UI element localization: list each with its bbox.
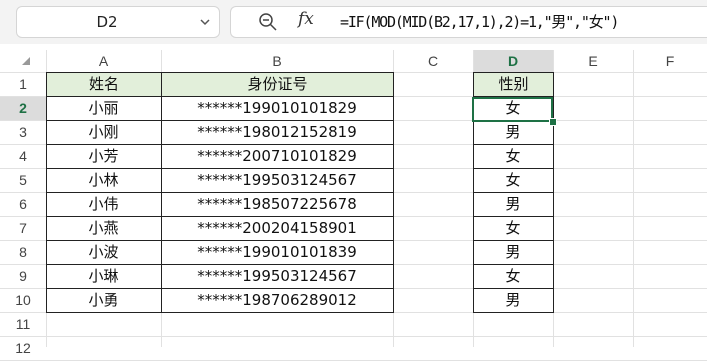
chevron-down-icon[interactable]: [199, 16, 211, 28]
row-header-7[interactable]: 7: [0, 216, 46, 240]
table-cell-id[interactable]: ******200710101829: [161, 144, 393, 168]
row-header-8[interactable]: 8: [0, 240, 46, 264]
table-border-horizontal: [46, 264, 394, 265]
table-border-vertical: [393, 72, 394, 313]
table-cell-name[interactable]: 小伟: [46, 192, 161, 216]
table-cell-name[interactable]: 小琳: [46, 264, 161, 288]
table-border-vertical: [46, 72, 47, 313]
table-cell-name[interactable]: 小丽: [46, 96, 161, 120]
table-border-horizontal: [473, 168, 554, 169]
table-cell-gender[interactable]: 女: [473, 168, 553, 192]
fill-handle[interactable]: [549, 118, 557, 126]
table-cell-name[interactable]: 小波: [46, 240, 161, 264]
header-cell-gender[interactable]: 性别: [474, 73, 553, 96]
table-cell-id[interactable]: ******198012152819: [161, 120, 393, 144]
table-cell-gender[interactable]: 女: [473, 264, 553, 288]
header-cell-id[interactable]: 身份证号: [162, 73, 393, 96]
table-cell-name[interactable]: 小勇: [46, 288, 161, 312]
row-header-3[interactable]: 3: [0, 120, 46, 144]
table-cell-id[interactable]: ******200204158901: [161, 216, 393, 240]
table-border-horizontal: [46, 168, 394, 169]
fx-icon[interactable]: fx: [298, 9, 314, 29]
row-header-5[interactable]: 5: [0, 168, 46, 192]
column-header-f[interactable]: F: [633, 50, 707, 72]
header-cell-name[interactable]: 姓名: [47, 73, 161, 96]
table-cell-gender[interactable]: 男: [473, 240, 553, 264]
column-header-a[interactable]: A: [46, 50, 161, 72]
table-border-horizontal: [46, 144, 394, 145]
table-cell-id[interactable]: ******199503124567: [161, 264, 393, 288]
row-header-1[interactable]: 1: [0, 72, 46, 96]
table-cell-id[interactable]: ******198706289012: [161, 288, 393, 312]
row-header-9[interactable]: 9: [0, 264, 46, 288]
row-header-11[interactable]: 11: [0, 312, 46, 336]
row-header-4[interactable]: 4: [0, 144, 46, 168]
table-border-horizontal: [46, 240, 394, 241]
table-cell-gender[interactable]: 女: [473, 144, 553, 168]
table-border-horizontal: [473, 192, 554, 193]
table-cell-name[interactable]: 小刚: [46, 120, 161, 144]
formula-text[interactable]: =IF(MOD(MID(B2,17,1),2)=1,"男","女"): [340, 11, 619, 32]
gridline-vertical: [633, 50, 634, 347]
table-border-horizontal: [46, 96, 394, 97]
table-cell-id[interactable]: ******199010101829: [161, 96, 393, 120]
table-border-vertical: [553, 72, 554, 313]
row-header-2[interactable]: 2: [0, 96, 46, 120]
table-border-horizontal: [473, 72, 554, 73]
table-border-horizontal: [473, 312, 554, 313]
table-cell-gender[interactable]: 男: [473, 288, 553, 312]
row-header-10[interactable]: 10: [0, 288, 46, 312]
magnify-icon[interactable]: [258, 12, 278, 32]
name-box-value: D2: [96, 13, 118, 31]
gridline-horizontal: [0, 336, 707, 337]
table-cell-id[interactable]: ******199010101839: [161, 240, 393, 264]
table-border-horizontal: [46, 288, 394, 289]
row-header-12[interactable]: 12: [0, 336, 46, 360]
active-cell-selection[interactable]: [472, 97, 553, 122]
table-cell-id[interactable]: ******199503124567: [161, 168, 393, 192]
row-header-6[interactable]: 6: [0, 192, 46, 216]
table-border-horizontal: [46, 312, 394, 313]
table-border-horizontal: [46, 120, 394, 121]
table-cell-gender[interactable]: 男: [473, 192, 553, 216]
table-cell-name[interactable]: 小燕: [46, 216, 161, 240]
table-border-vertical: [161, 72, 162, 313]
table-border-horizontal: [473, 288, 554, 289]
table-cell-name[interactable]: 小林: [46, 168, 161, 192]
table-cell-id[interactable]: ******198507225678: [161, 192, 393, 216]
column-header-d[interactable]: D: [473, 50, 553, 72]
table-cell-gender[interactable]: 男: [473, 120, 553, 144]
column-header-b[interactable]: B: [161, 50, 393, 72]
table-border-horizontal: [473, 264, 554, 265]
table-cell-name[interactable]: 小芳: [46, 144, 161, 168]
formula-bar-area: D2 fx =IF(MOD(MID(B2,17,1),2)=1,"男","女"): [0, 0, 707, 44]
table-cell-gender[interactable]: 女: [473, 216, 553, 240]
table-border-horizontal: [473, 240, 554, 241]
table-border-horizontal: [473, 144, 554, 145]
select-all-corner[interactable]: [22, 57, 30, 65]
table-border-horizontal: [46, 192, 394, 193]
table-border-horizontal: [46, 216, 394, 217]
table-border-horizontal: [473, 216, 554, 217]
table-border-horizontal: [46, 72, 394, 73]
name-box[interactable]: D2: [16, 6, 220, 38]
column-header-c[interactable]: C: [393, 50, 473, 72]
column-header-e[interactable]: E: [553, 50, 633, 72]
